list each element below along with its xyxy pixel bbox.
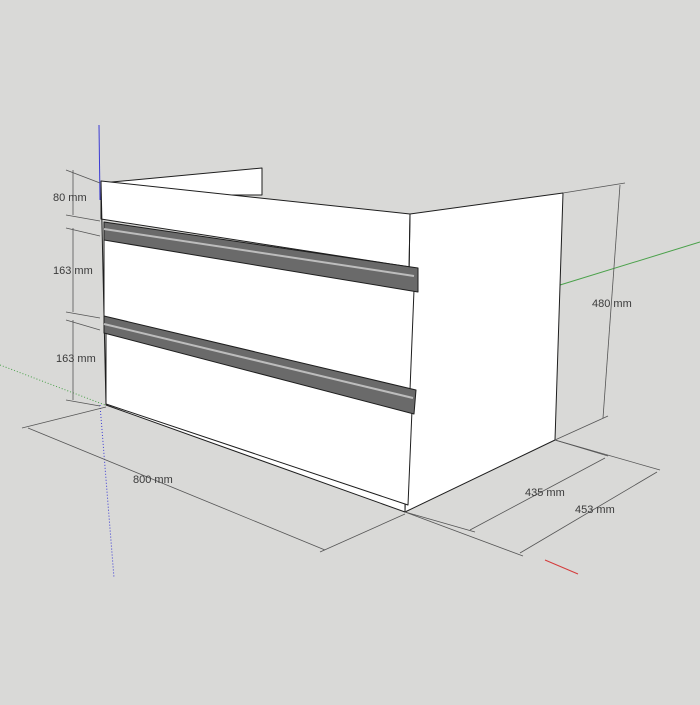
green-axis bbox=[559, 241, 700, 286]
modeling-viewport[interactable]: 80 mm 163 mm 163 mm 800 mm 480 mm 435 mm… bbox=[0, 0, 700, 700]
cabinet-drawing: 80 mm 163 mm 163 mm 800 mm 480 mm 435 mm… bbox=[0, 124, 700, 579]
cabinet bbox=[100, 167, 564, 513]
cabinet-side-panel bbox=[404, 192, 564, 513]
dim-depth-inner-label: 435 mm bbox=[525, 487, 565, 499]
dim-drawer-upper-label: 163 mm bbox=[53, 265, 93, 277]
dim-depth-outer-label: 453 mm bbox=[575, 504, 615, 516]
blue-axis bbox=[98, 124, 101, 201]
blue-axis-dotted bbox=[99, 404, 115, 579]
dim-drawer-lower-label: 163 mm bbox=[56, 353, 96, 365]
dim-width-label: 800 mm bbox=[133, 474, 173, 486]
dim-height-label: 480 mm bbox=[592, 298, 632, 310]
dim-top-gap-label: 80 mm bbox=[53, 192, 87, 204]
red-axis bbox=[544, 559, 579, 575]
green-axis-dotted bbox=[0, 364, 106, 406]
